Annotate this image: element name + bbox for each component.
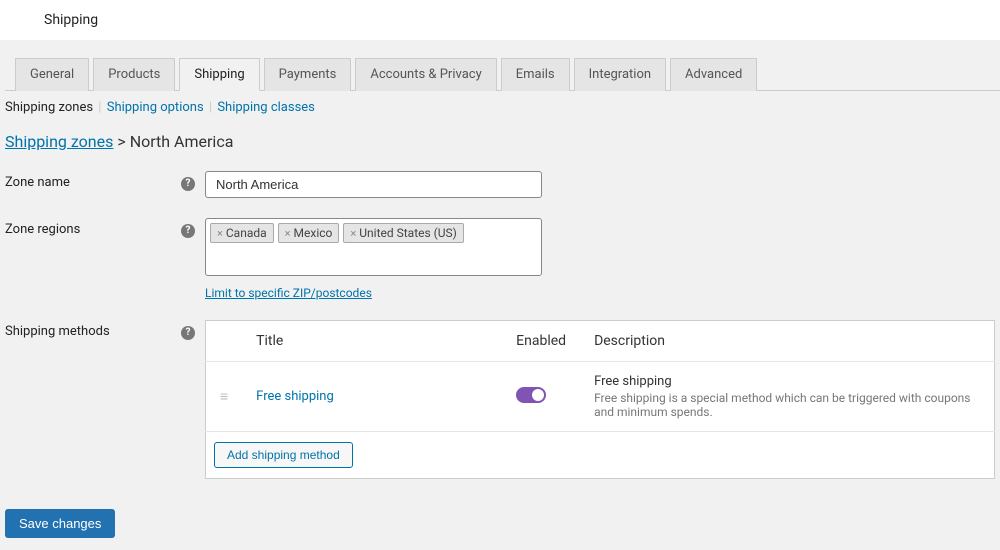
zone-name-label: Zone name [0,169,176,216]
shipping-methods-table: Title Enabled Description ≡ Free shippin… [205,320,995,479]
tab-shipping[interactable]: Shipping [179,58,259,91]
col-header-title: Title [242,321,502,362]
breadcrumb-root-link[interactable]: Shipping zones [5,132,113,151]
tab-emails[interactable]: Emails [501,58,570,91]
col-header-enabled: Enabled [502,321,580,362]
region-tag[interactable]: ×United States (US) [343,223,463,243]
help-icon[interactable]: ? [181,326,195,340]
tab-general[interactable]: General [15,58,89,91]
tab-integration[interactable]: Integration [574,58,666,91]
method-title-link[interactable]: Free shipping [256,389,334,404]
drag-handle-icon[interactable]: ≡ [220,389,228,405]
region-tag[interactable]: ×Canada [210,223,274,243]
method-description-title: Free shipping [594,374,980,389]
zone-regions-label: Zone regions [0,216,176,318]
method-description-text: Free shipping is a special method which … [594,391,980,419]
add-shipping-method-button[interactable]: Add shipping method [214,442,353,468]
limit-zip-link[interactable]: Limit to specific ZIP/postcodes [205,286,542,300]
close-icon[interactable]: × [217,227,223,240]
shipping-methods-label: Shipping methods [0,318,176,497]
breadcrumb-current: North America [130,132,234,151]
subtab-shipping-options[interactable]: Shipping options [107,100,204,115]
close-icon[interactable]: × [350,227,356,240]
zone-name-input[interactable] [205,171,542,198]
shipping-subtabs: Shipping zones | Shipping options | Ship… [0,91,1000,124]
table-row: ≡ Free shipping Free shipping Free shipp… [206,362,995,432]
tab-payments[interactable]: Payments [264,58,352,91]
settings-tabs: General Products Shipping Payments Accou… [5,58,1000,91]
enabled-toggle[interactable] [516,387,546,403]
subtab-shipping-classes[interactable]: Shipping classes [217,100,315,115]
region-tag[interactable]: ×Mexico [278,223,340,243]
help-icon[interactable]: ? [181,177,195,191]
col-header-description: Description [580,321,994,362]
save-changes-button[interactable]: Save changes [5,509,115,538]
breadcrumb: Shipping zones > North America [0,124,1000,169]
subtab-shipping-zones[interactable]: Shipping zones [5,100,93,115]
help-icon[interactable]: ? [181,224,195,238]
page-header: Shipping [0,0,1000,40]
close-icon[interactable]: × [285,227,291,240]
zone-regions-input[interactable]: ×Canada ×Mexico ×United States (US) [205,218,542,276]
tab-products[interactable]: Products [93,58,175,91]
page-title: Shipping [44,12,98,28]
tab-accounts-privacy[interactable]: Accounts & Privacy [355,58,496,91]
tab-advanced[interactable]: Advanced [670,58,757,91]
